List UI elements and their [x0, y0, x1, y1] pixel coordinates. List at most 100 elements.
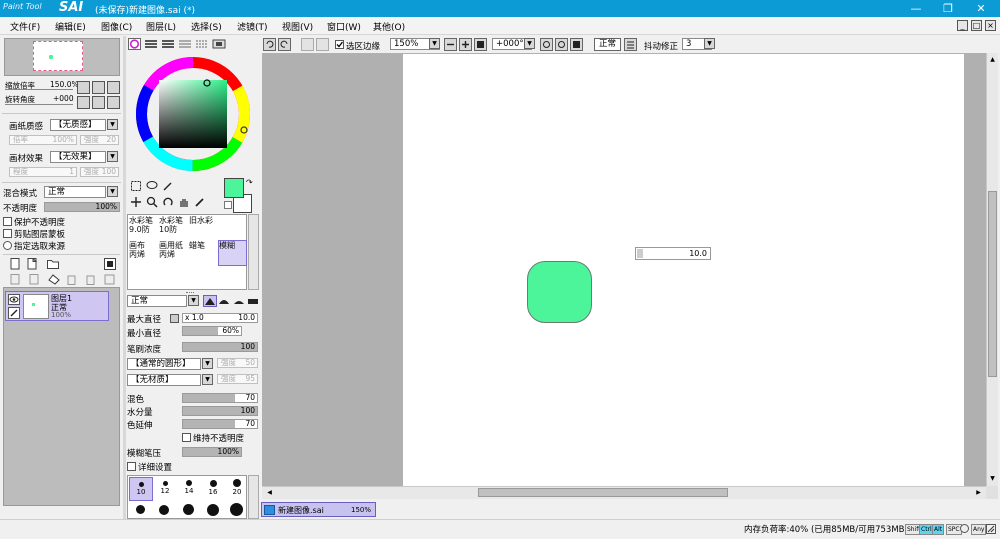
- mdi-restore-button[interactable]: □: [971, 20, 982, 31]
- blend-mode-dropdown-icon[interactable]: ▼: [107, 186, 118, 197]
- zoom-dropdown-icon[interactable]: ▼: [429, 38, 440, 49]
- brush-texture-dropdown-icon[interactable]: ▼: [202, 374, 213, 385]
- vertical-scrollbar[interactable]: ▲ ▼: [986, 53, 998, 486]
- effect-strength-slider[interactable]: 强度 100: [80, 167, 119, 177]
- flip-horizontal-button[interactable]: [624, 38, 637, 51]
- rgb-slider-tab[interactable]: [144, 39, 158, 49]
- canvas[interactable]: 10.0: [403, 54, 964, 486]
- brush-dot-icon[interactable]: [207, 504, 219, 516]
- menu-select[interactable]: 选择(S): [191, 20, 222, 33]
- swap-colors-icon[interactable]: ↷: [246, 178, 255, 187]
- protect-opacity-checkbox[interactable]: [3, 217, 12, 226]
- brush-shape-dropdown-icon[interactable]: ▼: [202, 358, 213, 369]
- tool-crayon[interactable]: 蜡笔: [189, 241, 218, 267]
- zoom-out-button[interactable]: [444, 38, 457, 51]
- invert-selection-button[interactable]: [316, 38, 329, 51]
- zoom-icon[interactable]: [146, 196, 158, 208]
- detail-settings-checkbox[interactable]: [127, 462, 136, 471]
- brush-size-preset[interactable]: 20: [225, 477, 246, 501]
- rotate-left-button[interactable]: [77, 96, 90, 109]
- water-slider[interactable]: 100: [182, 406, 258, 416]
- mdi-close-button[interactable]: ×: [985, 20, 996, 31]
- menu-view[interactable]: 视图(V): [282, 20, 313, 33]
- brush-size-scrollbar[interactable]: [248, 475, 259, 519]
- hsv-slider-tab[interactable]: [161, 39, 175, 49]
- new-layer-icon[interactable]: [10, 258, 21, 270]
- zoom-slider[interactable]: [5, 89, 73, 90]
- trash-icon[interactable]: [85, 274, 96, 285]
- paper-texture-dropdown-icon[interactable]: ▼: [107, 119, 118, 130]
- color-wheel[interactable]: [134, 55, 252, 173]
- zoom-reset-button[interactable]: [107, 81, 120, 94]
- apply-mask-icon[interactable]: [104, 274, 115, 285]
- brush-size-preset[interactable]: 14: [177, 477, 201, 501]
- clear-layer-icon[interactable]: [48, 274, 60, 285]
- resize-grip-icon[interactable]: [986, 524, 996, 534]
- scroll-down-icon[interactable]: ▼: [988, 474, 997, 483]
- keep-opacity-checkbox[interactable]: [182, 433, 191, 442]
- new-folder-icon[interactable]: [47, 259, 59, 269]
- brush-size-preset[interactable]: 12: [153, 477, 177, 501]
- zoom-in-button[interactable]: [92, 81, 105, 94]
- layer-mask-icon[interactable]: [104, 258, 116, 270]
- scroll-right-icon[interactable]: ▶: [974, 488, 983, 497]
- rotate-icon[interactable]: [162, 196, 174, 208]
- min-diameter-slider[interactable]: 60%: [182, 326, 242, 336]
- brush-size-preset[interactable]: 10: [129, 477, 153, 501]
- paper-strength-slider[interactable]: 强度 20: [80, 135, 119, 145]
- effect-width-slider[interactable]: 程度 1: [9, 167, 77, 177]
- menu-image[interactable]: 图像(C): [101, 20, 132, 33]
- tool-drawpaper-acrylic[interactable]: 画用纸 丙烯: [159, 241, 188, 267]
- hand-icon[interactable]: [178, 196, 190, 208]
- redo-button[interactable]: [278, 38, 291, 51]
- clip-group-checkbox[interactable]: [3, 229, 12, 238]
- merge-down-icon[interactable]: [29, 274, 40, 285]
- brush-dot-icon[interactable]: [136, 505, 145, 514]
- tool-empty-slot[interactable]: [219, 216, 248, 242]
- brush-shape-select[interactable]: 【通常的圆形】: [127, 358, 201, 370]
- undo-button[interactable]: [263, 38, 276, 51]
- color-mixer-tab[interactable]: [178, 39, 192, 49]
- swatches-tab[interactable]: [195, 39, 209, 49]
- new-layer-set-icon[interactable]: [27, 258, 38, 270]
- blend-slider[interactable]: 70: [182, 393, 258, 403]
- tool-old-watercolor[interactable]: 旧水彩: [189, 216, 218, 242]
- brush-mode-dropdown-icon[interactable]: ▼: [188, 295, 199, 306]
- brush-shape-2[interactable]: [218, 295, 232, 307]
- brush-dot-icon[interactable]: [159, 505, 169, 515]
- panel-grip[interactable]: [186, 292, 194, 294]
- paper-rate-slider[interactable]: 倍率 100%: [9, 135, 77, 145]
- blend-mode-select[interactable]: 正常: [44, 186, 106, 198]
- tool-canvas-acrylic[interactable]: 画布 丙烯: [129, 241, 158, 267]
- brush-dot-icon[interactable]: [183, 504, 194, 515]
- document-tab[interactable]: 新建图像.sai 150%: [261, 502, 376, 517]
- brush-texture-select[interactable]: 【无材质】: [127, 374, 201, 386]
- brush-shape-3[interactable]: [233, 295, 247, 307]
- shape-strength-slider[interactable]: 强度 50: [217, 358, 258, 368]
- vertical-scroll-thumb[interactable]: [988, 191, 997, 377]
- scroll-up-icon[interactable]: ▲: [988, 55, 997, 64]
- zoom-out-button[interactable]: [77, 81, 90, 94]
- menu-file[interactable]: 文件(F): [10, 20, 40, 33]
- color-wheel-tab[interactable]: [128, 38, 141, 50]
- menu-other[interactable]: 其他(O): [373, 20, 405, 33]
- rotate-slider[interactable]: [5, 104, 73, 105]
- paper-effect-dropdown-icon[interactable]: ▼: [107, 151, 118, 162]
- menu-layer[interactable]: 图层(L): [146, 20, 176, 33]
- reset-colors-icon[interactable]: [224, 201, 232, 209]
- max-diameter-slider[interactable]: x 1.0 10.0: [182, 313, 258, 323]
- paper-effect-select[interactable]: 【无效果】: [50, 151, 106, 163]
- rotate-cw-button[interactable]: [555, 38, 568, 51]
- extend-slider[interactable]: 70: [182, 419, 258, 429]
- eyedropper-icon[interactable]: [194, 196, 206, 208]
- tool-blur[interactable]: 模糊: [218, 240, 247, 266]
- minimize-button[interactable]: —: [900, 0, 932, 17]
- opacity-slider[interactable]: 100%: [44, 202, 120, 212]
- rotate-ccw-button[interactable]: [540, 38, 553, 51]
- paper-texture-select[interactable]: 【无质感】: [50, 119, 106, 131]
- brush-shape-4[interactable]: [247, 295, 261, 307]
- maximize-button[interactable]: ❐: [932, 0, 964, 17]
- menu-edit[interactable]: 编辑(E): [55, 20, 86, 33]
- mdi-minimize-button[interactable]: _: [957, 20, 968, 31]
- primary-color-swatch[interactable]: [224, 178, 244, 198]
